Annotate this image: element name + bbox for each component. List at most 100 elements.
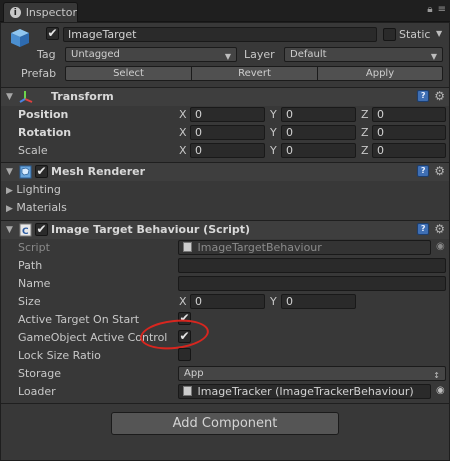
rotation-y-label[interactable]: Y	[270, 126, 277, 139]
layer-value: Default	[290, 49, 327, 60]
transform-axes-icon	[19, 90, 33, 107]
lock-icon[interactable]: 🔒︎	[427, 4, 432, 15]
size-label: Size	[18, 295, 41, 308]
position-x-field[interactable]: 0	[190, 107, 265, 122]
tag-dropdown[interactable]: Untagged ▼	[65, 47, 237, 62]
mesh-renderer-header-icons: ? ⚙	[417, 165, 445, 177]
itb-header-icons: ? ⚙	[417, 223, 445, 235]
rotation-z-label[interactable]: Z	[361, 126, 369, 139]
tab-bar: i Inspector 🔒︎ ≡	[0, 0, 450, 22]
image-target-behaviour-header[interactable]: ▼ C ✔ Image Target Behaviour (Script) ? …	[1, 221, 449, 239]
gameobject-name-input[interactable]: ImageTarget	[63, 27, 377, 42]
rotation-z-field[interactable]: 0	[372, 125, 446, 140]
prefab-revert-button[interactable]: Revert	[191, 66, 318, 81]
inspector-panel: ✔ ImageTarget Static ▼ Tag Untagged ▼ La…	[0, 22, 450, 461]
name-label: Name	[18, 277, 51, 290]
materials-label: Materials	[16, 201, 67, 214]
help-icon[interactable]: ?	[417, 90, 430, 102]
foldout-open-icon[interactable]: ▼	[6, 167, 13, 177]
gear-icon[interactable]: ⚙	[434, 90, 445, 102]
gameobject-active-checkbox[interactable]: ✔	[46, 27, 59, 40]
layer-label: Layer	[244, 48, 275, 61]
path-label: Path	[18, 259, 43, 272]
itb-title: Image Target Behaviour (Script)	[51, 223, 251, 236]
transform-title: Transform	[51, 90, 114, 103]
scale-label: Scale	[18, 144, 48, 157]
chevron-updown-icon: ↕	[433, 371, 440, 380]
foldout-closed-icon[interactable]: ▶	[6, 204, 13, 214]
chevron-down-icon: ▼	[430, 52, 437, 61]
object-picker-icon[interactable]: ◉	[436, 241, 445, 252]
static-checkbox[interactable]	[383, 28, 396, 41]
position-y-field[interactable]: 0	[281, 107, 356, 122]
foldout-open-icon[interactable]: ▼	[6, 92, 13, 102]
layer-dropdown[interactable]: Default ▼	[284, 47, 443, 62]
storage-label: Storage	[18, 367, 62, 380]
svg-text:C: C	[22, 227, 29, 237]
add-component-button[interactable]: Add Component	[111, 412, 339, 435]
materials-foldout[interactable]: ▶ Materials	[6, 201, 67, 214]
size-x-field[interactable]: 0	[190, 294, 265, 309]
script-field: ImageTargetBehaviour	[178, 240, 431, 255]
scale-y-field[interactable]: 0	[281, 143, 356, 158]
mesh-renderer-enabled-checkbox[interactable]: ✔	[35, 165, 48, 178]
loader-label: Loader	[18, 385, 56, 398]
script-file-icon	[183, 386, 192, 396]
loader-field[interactable]: ImageTracker (ImageTrackerBehaviour)	[178, 384, 431, 399]
scale-z-label[interactable]: Z	[361, 144, 369, 157]
help-icon[interactable]: ?	[417, 165, 430, 177]
lock-size-ratio-checkbox[interactable]	[178, 348, 191, 361]
chevron-down-icon: ▼	[224, 52, 231, 61]
size-y-field[interactable]: 0	[281, 294, 356, 309]
rotation-label: Rotation	[18, 126, 72, 139]
lighting-label: Lighting	[16, 183, 61, 196]
prefab-button-group: Select Revert Apply	[65, 66, 443, 81]
position-label: Position	[18, 108, 69, 121]
tab-inspector[interactable]: i Inspector	[3, 2, 78, 22]
menu-icon[interactable]: ≡	[438, 4, 446, 15]
scale-z-field[interactable]: 0	[372, 143, 446, 158]
info-icon: i	[10, 7, 21, 18]
window-controls: 🔒︎ ≡	[427, 4, 446, 15]
object-picker-icon[interactable]: ◉	[436, 385, 445, 396]
help-icon[interactable]: ?	[417, 223, 430, 235]
rotation-x-label[interactable]: X	[179, 126, 187, 139]
scale-y-label[interactable]: Y	[270, 144, 277, 157]
name-input[interactable]	[178, 276, 446, 291]
transform-header[interactable]: ▼ Transform ? ⚙	[1, 88, 449, 106]
itb-enabled-checkbox[interactable]: ✔	[35, 223, 48, 236]
gear-icon[interactable]: ⚙	[434, 165, 445, 177]
storage-value: App	[184, 368, 204, 379]
loader-value: ImageTracker (ImageTrackerBehaviour)	[197, 385, 414, 398]
mesh-renderer-header[interactable]: ▼ ✔ Mesh Renderer ? ⚙	[1, 163, 449, 181]
lighting-foldout[interactable]: ▶ Lighting	[6, 183, 61, 196]
foldout-closed-icon[interactable]: ▶	[6, 186, 13, 196]
position-z-label[interactable]: Z	[361, 108, 369, 121]
gear-icon[interactable]: ⚙	[434, 223, 445, 235]
active-target-on-start-label: Active Target On Start	[18, 313, 140, 326]
static-dropdown-icon[interactable]: ▼	[436, 29, 442, 38]
position-x-label[interactable]: X	[179, 108, 187, 121]
size-y-label[interactable]: Y	[270, 295, 277, 308]
path-input[interactable]	[178, 258, 446, 273]
rotation-x-field[interactable]: 0	[190, 125, 265, 140]
tag-value: Untagged	[71, 49, 120, 60]
foldout-open-icon[interactable]: ▼	[6, 225, 13, 235]
transform-header-icons: ? ⚙	[417, 90, 445, 102]
tag-label: Tag	[37, 48, 56, 61]
position-z-field[interactable]: 0	[372, 107, 446, 122]
prefab-apply-button[interactable]: Apply	[317, 66, 443, 81]
script-value: ImageTargetBehaviour	[197, 241, 322, 254]
highlight-circle	[138, 316, 211, 353]
storage-dropdown[interactable]: App ↕	[178, 366, 446, 381]
tab-inspector-label: Inspector	[25, 6, 77, 19]
scale-x-field[interactable]: 0	[190, 143, 265, 158]
size-x-label[interactable]: X	[179, 295, 187, 308]
position-y-label[interactable]: Y	[270, 108, 277, 121]
rotation-y-field[interactable]: 0	[281, 125, 356, 140]
scale-x-label[interactable]: X	[179, 144, 187, 157]
static-label: Static	[399, 28, 431, 41]
lock-size-ratio-label: Lock Size Ratio	[18, 349, 101, 362]
prefab-label: Prefab	[21, 67, 57, 80]
prefab-select-button[interactable]: Select	[65, 66, 192, 81]
